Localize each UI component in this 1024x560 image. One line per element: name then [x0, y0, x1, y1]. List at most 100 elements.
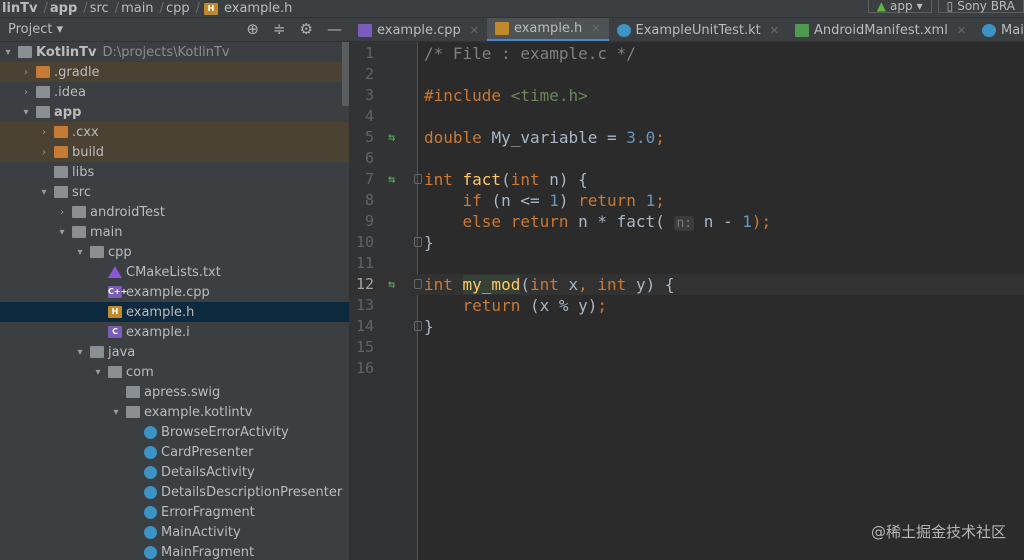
tree-item-label: app — [54, 104, 82, 120]
chevron-icon: › — [24, 66, 28, 78]
tab-mainfragment[interactable]: MainFragment — [974, 18, 1024, 41]
locate-icon[interactable]: ⊕ — [246, 20, 259, 38]
tree-item-label: MainFragment — [161, 544, 255, 560]
code-token: int — [510, 170, 550, 189]
kotlin-class-icon — [144, 525, 157, 539]
code-token: ) — [558, 191, 579, 210]
breadcrumb-item[interactable]: linTv — [0, 1, 44, 16]
implementation-arrow-icon[interactable]: ⇆ — [388, 274, 395, 295]
implementation-arrow-icon[interactable]: ⇆ — [388, 127, 395, 148]
excluded-folder-icon — [54, 146, 68, 158]
tree-item[interactable]: › androidTest — [0, 202, 349, 222]
collapse-all-icon[interactable]: ≑ — [273, 20, 286, 38]
code-editor[interactable]: 1 /* File : example.c */ 2 3 #include <time.… — [350, 42, 1024, 560]
tab-label: MainFragment — [1001, 22, 1024, 38]
fold-marker-icon[interactable] — [414, 279, 422, 289]
tree-item[interactable]: › .cxx — [0, 122, 349, 142]
project-view-select[interactable]: Project ▾ — [8, 22, 63, 37]
code-token: return — [578, 191, 646, 210]
run-config-select[interactable]: ▲ app ▾ — [867, 0, 932, 13]
gear-icon[interactable]: ⚙ — [300, 20, 313, 38]
tree-item[interactable]: MainFragment — [0, 542, 349, 560]
cmake-icon — [108, 266, 122, 278]
close-icon[interactable]: ✕ — [770, 24, 779, 37]
breadcrumb-item[interactable]: main — [115, 1, 159, 16]
tree-item[interactable]: C++ example.cpp — [0, 282, 349, 302]
close-icon[interactable]: ✕ — [470, 24, 479, 37]
tree-item[interactable]: Hexample.h — [0, 302, 349, 322]
tree-item[interactable]: Cexample.i — [0, 322, 349, 342]
tree-item[interactable]: CardPresenter — [0, 442, 349, 462]
tree-item[interactable]: ▾ java — [0, 342, 349, 362]
code-token: ( — [520, 275, 530, 294]
close-icon[interactable]: ✕ — [957, 24, 966, 37]
folder-icon — [72, 226, 86, 238]
tree-item[interactable]: ErrorFragment — [0, 502, 349, 522]
code-text: double My_variable = 3.0; — [424, 127, 665, 148]
code-token: My_variable = — [491, 128, 627, 147]
tree-item[interactable]: ▾ app — [0, 102, 349, 122]
tree-item[interactable]: apress.swig — [0, 382, 349, 402]
tree-item[interactable]: ▾ com — [0, 362, 349, 382]
code-token: ( — [501, 170, 511, 189]
breadcrumb-separator: / — [195, 1, 200, 16]
code-line: 3 #include <time.h> — [350, 85, 1024, 106]
implementation-arrow-icon[interactable]: ⇆ — [388, 169, 395, 190]
code-token: 3.0 — [626, 128, 656, 147]
fold-marker-icon[interactable] — [414, 321, 422, 331]
tab-androidmanifest-xml[interactable]: AndroidManifest.xml ✕ — [787, 18, 974, 41]
breadcrumb-item[interactable]: cpp — [160, 1, 196, 16]
tree-item[interactable]: CMakeLists.txt — [0, 262, 349, 282]
tree-item[interactable]: ▾ cpp — [0, 242, 349, 262]
project-panel-header: Project ▾ ⊕ ≑ ⚙ — — [0, 18, 350, 42]
code-text: if (n <= 1) return 1; — [424, 190, 665, 211]
code-line: 11 — [350, 253, 1024, 274]
code-text: int my_mod(int x, int y) { — [424, 274, 674, 295]
tree-scrollbar[interactable] — [342, 42, 349, 106]
code-token: n: — [674, 216, 695, 231]
code-text: } — [424, 232, 434, 253]
breadcrumb-item[interactable]: example.h — [218, 1, 298, 16]
tab-example-h[interactable]: example.h ✕ — [486, 18, 609, 41]
tree-item[interactable]: DetailsActivity — [0, 462, 349, 482]
code-token: 1 — [645, 191, 656, 210]
code-token: 1 — [742, 212, 752, 231]
code-token: int — [424, 170, 463, 189]
tree-item[interactable]: ▾ example.kotlintv — [0, 402, 349, 422]
excluded-folder-icon — [36, 66, 50, 78]
tree-item-label: example.h — [126, 304, 195, 320]
tree-item-label: example.kotlintv — [144, 404, 253, 420]
folder-icon — [18, 46, 32, 58]
tab-exampleunittest-kt[interactable]: ExampleUnitTest.kt ✕ — [609, 18, 787, 41]
tree-item[interactable]: ▾ KotlinTv D:\projects\KotlinTv — [0, 42, 349, 62]
swig-file-icon: C — [108, 326, 122, 338]
tree-item-label: cpp — [108, 244, 132, 260]
tab-example-cpp[interactable]: example.cpp ✕ — [350, 18, 487, 41]
code-token: my_mod — [462, 275, 521, 294]
tree-item[interactable]: ▾ src — [0, 182, 349, 202]
fold-marker-icon[interactable] — [414, 237, 422, 247]
device-select[interactable]: ▯ Sony BRA — [937, 0, 1024, 13]
tree-item[interactable]: libs — [0, 162, 349, 182]
line-number: 4 — [364, 107, 374, 125]
breadcrumb-item[interactable]: src — [84, 1, 115, 16]
tree-item-label: MainActivity — [161, 524, 241, 540]
tree-item[interactable]: › build — [0, 142, 349, 162]
code-text: #include <time.h> — [424, 85, 588, 106]
hide-icon[interactable]: — — [327, 20, 342, 38]
tree-item[interactable]: MainActivity — [0, 522, 349, 542]
tree-item-label: CMakeLists.txt — [126, 264, 221, 280]
fold-marker-icon[interactable] — [414, 174, 422, 184]
tree-item-label: DetailsDescriptionPresenter — [161, 484, 343, 500]
tree-item[interactable]: ▾ main — [0, 222, 349, 242]
tree-item[interactable]: › .idea — [0, 82, 349, 102]
tree-item[interactable]: BrowseErrorActivity — [0, 422, 349, 442]
tree-item[interactable]: DetailsDescriptionPresenter — [0, 482, 349, 502]
chevron-icon: › — [60, 206, 64, 218]
tab-label: ExampleUnitTest.kt — [635, 22, 761, 38]
line-number: 8 — [364, 191, 374, 209]
code-token: int — [597, 275, 636, 294]
close-icon[interactable]: ✕ — [591, 22, 600, 35]
breadcrumb-item[interactable]: app — [44, 1, 83, 16]
tree-item[interactable]: › .gradle — [0, 62, 349, 82]
